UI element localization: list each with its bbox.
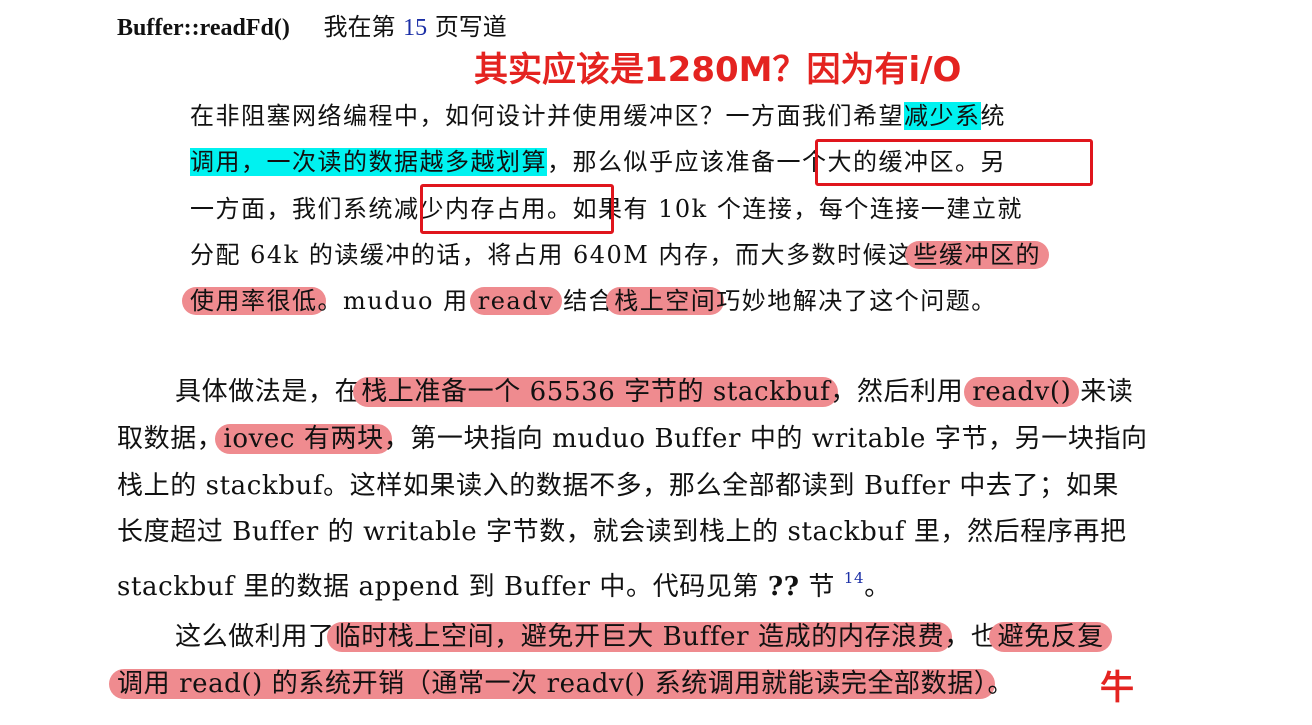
red-box-annotation	[420, 184, 614, 234]
body-line-5: stackbuf 里的数据 append 到 Buffer 中。代码见第 ?? …	[117, 569, 891, 602]
highlight-pink: 调用 read() 的系统开销（通常一次 readv() 系统调用就能读完全部数…	[109, 669, 996, 699]
body-line-7: 调用 read() 的系统开销（通常一次 readv() 系统调用就能读完全部数…	[109, 668, 1014, 700]
body-line-1: 具体做法是，在栈上准备一个 65536 字节的 stackbuf，然后利用 re…	[175, 377, 1134, 407]
highlight-pink: readv	[469, 287, 563, 315]
function-name: Buffer::readFd()	[117, 15, 290, 41]
section-heading: Buffer::readFd() 我在第 15 页写道	[117, 12, 507, 43]
body-line-2: 取数据，iovec 有两块，第一块指向 muduo Buffer 中的 writ…	[117, 424, 1148, 454]
heading-note: 我在第	[323, 13, 396, 41]
highlight-pink: 栈上准备一个 65536 字节的 stackbuf	[353, 377, 839, 407]
highlight-pink: 临时栈上空间，避免开巨大 Buffer 造成的内存浪费	[326, 622, 953, 652]
highlight-pink: readv()	[964, 377, 1080, 407]
page-link[interactable]: 15	[403, 15, 427, 41]
highlight-cyan: 调用，一次读的数据越多越划算	[190, 148, 547, 176]
highlight-pink: 避免反复	[989, 622, 1112, 652]
highlight-pink: 栈上空间	[606, 287, 725, 315]
highlight-pink: 使用率很低	[182, 287, 326, 315]
section-ref: ??	[767, 572, 800, 602]
quote-line-4: 分配 64k 的读缓冲的话，将占用 640M 内存，而大多数时候这些缓冲区的	[190, 240, 1049, 270]
annotation-comment: 其实应该是1280M？因为有i/O	[474, 50, 962, 90]
quote-line-1: 在非阻塞网络编程中，如何设计并使用缓冲区？一方面我们希望减少系统	[190, 102, 1006, 130]
quote-line-5: 使用率很低。muduo 用 readv 结合栈上空间巧妙地解决了这个问题。	[182, 286, 997, 316]
body-line-4: 长度超过 Buffer 的 writable 字节数，就会读到栈上的 stack…	[117, 517, 1127, 547]
highlight-pink: 些缓冲区的	[905, 241, 1049, 269]
highlight-pink: iovec 有两块	[215, 424, 392, 454]
annotation-comment: 牛	[1100, 668, 1134, 708]
highlight-cyan: 减少系	[904, 102, 981, 130]
body-line-3: 栈上的 stackbuf。这样如果读入的数据不多，那么全部都读到 Buffer …	[117, 471, 1119, 501]
heading-note-end: 页写道	[434, 13, 507, 41]
body-line-6: 这么做利用了临时栈上空间，避免开巨大 Buffer 造成的内存浪费，也避免反复	[175, 621, 1112, 653]
footnote-link[interactable]: 14	[844, 569, 864, 587]
red-box-annotation	[815, 139, 1093, 186]
